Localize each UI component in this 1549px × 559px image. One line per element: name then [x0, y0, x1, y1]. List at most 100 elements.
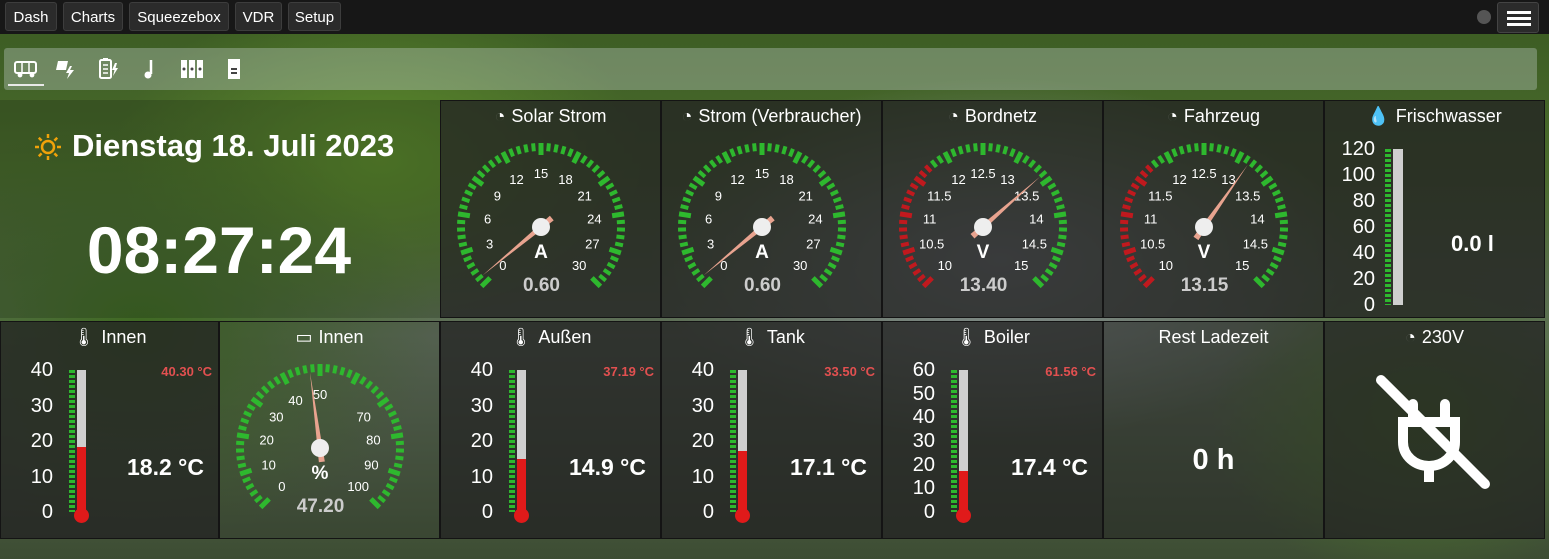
tab-music[interactable] [132, 54, 168, 84]
temp-boiler-tile: 🌡 Boiler 61.56 °C 17.4 °C 60 50 40 30 20 10 0 [882, 321, 1103, 539]
gauge-tick [457, 211, 471, 219]
gauge-tick [1009, 148, 1016, 158]
gauge-tick [1126, 255, 1136, 263]
thermo-fill [77, 447, 86, 512]
gauge-tick [679, 241, 689, 248]
gauge-tick-label: 30 [793, 258, 807, 273]
thermometer-icon: 🌡 [738, 327, 761, 347]
gauge-tick [236, 440, 245, 446]
gauge-tick-label: 11 [1144, 212, 1158, 227]
gauge-tick [900, 241, 910, 248]
tile-title: Strom (Verbraucher) [698, 106, 862, 126]
gauge-tick [606, 261, 616, 270]
thermo-scale-label: 30 [912, 430, 935, 452]
gauge-tick [1039, 175, 1053, 187]
freshwater-scale-label: 20 [1352, 268, 1375, 290]
gauge-tick [1150, 159, 1159, 169]
tile-title: 230V [1421, 327, 1464, 347]
nav-dash-button[interactable]: Dash [5, 2, 57, 31]
thermo-scale-label: 40 [30, 359, 53, 381]
gauge-tick-label: 15 [1235, 258, 1249, 273]
gauge-tick [899, 211, 913, 219]
gauge-tick [837, 219, 846, 225]
gauge-tick-label: 14 [1029, 212, 1043, 227]
gauge-tick [471, 175, 485, 187]
gauge-tick [339, 366, 346, 376]
gauge-tick [965, 144, 971, 153]
gauge-tick [249, 489, 259, 497]
rest-charge-time-value: 0 h [1192, 444, 1235, 476]
gauge-tick [240, 417, 250, 425]
gauge-tick [457, 234, 466, 240]
gauge-tick [346, 369, 353, 379]
gauge-tick [239, 467, 253, 477]
gauge-tick [611, 211, 625, 219]
gauge-tick [744, 144, 750, 153]
gauge-tick [591, 164, 600, 173]
nav-setup-button[interactable]: Setup [288, 2, 341, 31]
gauge-tick [1265, 268, 1275, 276]
thermo-scale-label: 20 [912, 453, 935, 476]
thermo-scale-label: 20 [691, 430, 714, 452]
gauge-tick-label: 20 [259, 433, 273, 448]
gauge-tick [908, 261, 918, 270]
solar-current-value: 0.60 [523, 275, 560, 296]
gauge-tick [1051, 255, 1061, 263]
gauge-tick [906, 189, 916, 197]
tab-speakers[interactable] [174, 54, 210, 84]
gauge-tick [1127, 189, 1137, 197]
gauge-tick [608, 189, 618, 197]
gauge-tick [279, 372, 290, 385]
gauge-tick-label: 13.5 [1235, 188, 1260, 203]
gauge-tick-label: 0 [278, 479, 285, 494]
gauge-tick [1050, 189, 1060, 197]
thermometer-icon: 🌡 [509, 327, 533, 347]
gauge-tick [788, 148, 795, 158]
gauge-tick [1279, 234, 1288, 240]
connection-status-dot [1477, 10, 1491, 24]
thermo-scale-label: 60 [912, 359, 935, 381]
gauge-tick [812, 164, 821, 173]
gauge-tick [1145, 164, 1154, 173]
gauge-tick [1033, 164, 1042, 173]
gauge-tick [273, 376, 281, 385]
gauge-tick [332, 365, 338, 374]
gauge-tick [531, 143, 536, 152]
gauge-tick [1130, 182, 1140, 191]
humidity-inside-tile: ▭ Innen 0 10 20 30 40 50 70 80 90 100% 47.20 [219, 321, 440, 539]
gauge-tick-label: 12 [1172, 172, 1186, 187]
gauge-tick [466, 261, 476, 270]
gauge-tick [1129, 261, 1139, 270]
thermo-fill [959, 471, 968, 512]
gauge-tick-label: 24 [808, 212, 822, 227]
gauge-tick [602, 268, 612, 276]
tab-solar[interactable] [48, 54, 84, 84]
freshwater-tile: 💧 Frischwasser 0.0 l 120 100 80 60 40 20 0 [1324, 100, 1545, 318]
nav-charts-button[interactable]: Charts [63, 2, 123, 31]
gauge-tick [827, 261, 837, 270]
menu-line-icon [1507, 11, 1531, 14]
tab-battery[interactable] [90, 54, 126, 84]
tab-vehicle[interactable] [8, 54, 44, 86]
gauge-tick-label: 70 [356, 409, 370, 424]
gauge-tick [913, 175, 927, 187]
temp-inside-max: 40.30 °C [161, 364, 212, 379]
hamburger-menu-button[interactable] [1497, 2, 1539, 33]
gauge-tick [1268, 182, 1278, 191]
nav-squeezebox-button[interactable]: Squeezebox [129, 2, 229, 31]
gauge-tick [596, 169, 606, 179]
gauge-tick [1058, 234, 1067, 240]
gauge-tick [571, 151, 582, 164]
gauge-icon: ◔ [494, 106, 506, 126]
humidity-icon: ▭ [295, 327, 313, 347]
gauge-tick [835, 204, 844, 211]
gauge-tick [1171, 148, 1178, 158]
freshwater-ticks [1385, 149, 1391, 305]
tab-storage[interactable] [216, 54, 252, 84]
gauge-tick [365, 380, 374, 390]
nav-vdr-button[interactable]: VDR [235, 2, 282, 31]
gauge-tick [988, 143, 993, 152]
gauge-tick-label: 12.5 [1191, 166, 1216, 181]
gauge-tick [1053, 196, 1063, 204]
gauge-tick-label: 10.5 [919, 237, 944, 252]
